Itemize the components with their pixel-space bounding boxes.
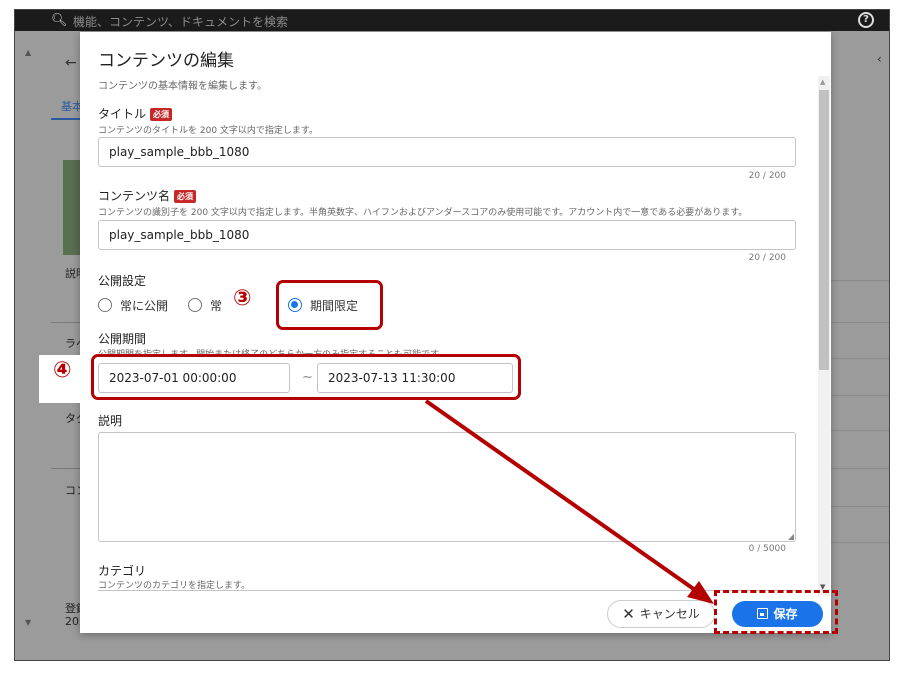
resize-handle-icon[interactable]: ◢ <box>788 532 794 541</box>
content-name-input[interactable]: play_sample_bbb_1080 <box>98 220 796 250</box>
annotation-box-step4 <box>91 354 521 400</box>
publish-period-label: 公開期間 <box>98 332 147 346</box>
publish-setting-label: 公開設定 <box>98 274 147 288</box>
radio-always-public-label[interactable]: 常に公開 <box>120 297 168 314</box>
bg-scroll-up-icon[interactable]: ▲ <box>25 48 31 57</box>
dialog-description: コンテンツの基本情報を編集します。 <box>98 81 267 92</box>
scroll-up-arrow-icon[interactable]: ▲ <box>820 78 825 86</box>
description-label: 説明 <box>98 414 123 428</box>
global-search-input[interactable]: 機能、コンテンツ、ドキュメントを検索 <box>73 13 288 30</box>
radio-always-public[interactable] <box>98 298 112 312</box>
back-arrow-icon[interactable]: ← <box>65 55 77 71</box>
annotation-step4-number: ④ <box>53 358 72 383</box>
annotation-step3-number: ③ <box>233 286 252 311</box>
name-label-text: コンテンツ名 <box>98 189 171 203</box>
chevron-left-icon[interactable]: ‹ <box>877 52 882 66</box>
title-field-hint: コンテンツのタイトルを 200 文字以内で指定します。 <box>98 126 319 136</box>
title-field-label: タイトル 必須 <box>98 105 173 122</box>
search-icon[interactable]: 🔍︎ <box>51 13 68 28</box>
bg-tab-indicator <box>51 118 81 120</box>
bg-divider <box>51 322 81 323</box>
description-textarea[interactable]: ◢ <box>98 432 796 542</box>
name-field-hint: コンテンツの識別子を 200 文字以内で指定します。半角英数字、ハイフンおよびア… <box>98 208 748 218</box>
top-bar: 🔍︎ 機能、コンテンツ、ドキュメントを検索 ? <box>15 10 889 31</box>
annotation-save-dashed-box <box>714 590 838 634</box>
name-field-label: コンテンツ名 必須 <box>98 187 197 204</box>
title-label-text: タイトル <box>98 107 147 121</box>
required-badge: 必須 <box>174 190 197 203</box>
name-char-counter: 20 / 200 <box>748 253 786 263</box>
bg-thumbnail <box>63 160 81 255</box>
dialog-scrollbar-thumb[interactable] <box>819 90 829 370</box>
bg-scroll-down-icon[interactable]: ▼ <box>25 618 31 627</box>
title-char-counter: 20 / 200 <box>748 171 786 181</box>
category-label: カテゴリ <box>98 564 147 578</box>
description-char-counter: 0 / 5000 <box>748 544 786 554</box>
cancel-button-label: キャンセル <box>639 607 700 621</box>
annotation-box-step3 <box>276 280 383 330</box>
edit-content-dialog: コンテンツの編集 コンテンツの基本情報を編集します。 タイトル 必須 コンテンツの… <box>80 32 831 633</box>
bg-divider <box>51 468 81 469</box>
close-icon: ✕ <box>622 605 635 623</box>
required-badge: 必須 <box>150 108 173 121</box>
radio-always-private[interactable] <box>188 298 202 312</box>
cancel-button[interactable]: ✕ キャンセル <box>607 600 715 628</box>
help-circle-icon[interactable]: ? <box>858 12 874 28</box>
radio-always-private-label[interactable]: 常 <box>210 297 222 314</box>
title-input[interactable]: play_sample_bbb_1080 <box>98 137 796 167</box>
dialog-title: コンテンツの編集 <box>98 51 234 71</box>
screenshot-stage: { "topbar": { "search_placeholder": "機能、… <box>0 0 908 675</box>
